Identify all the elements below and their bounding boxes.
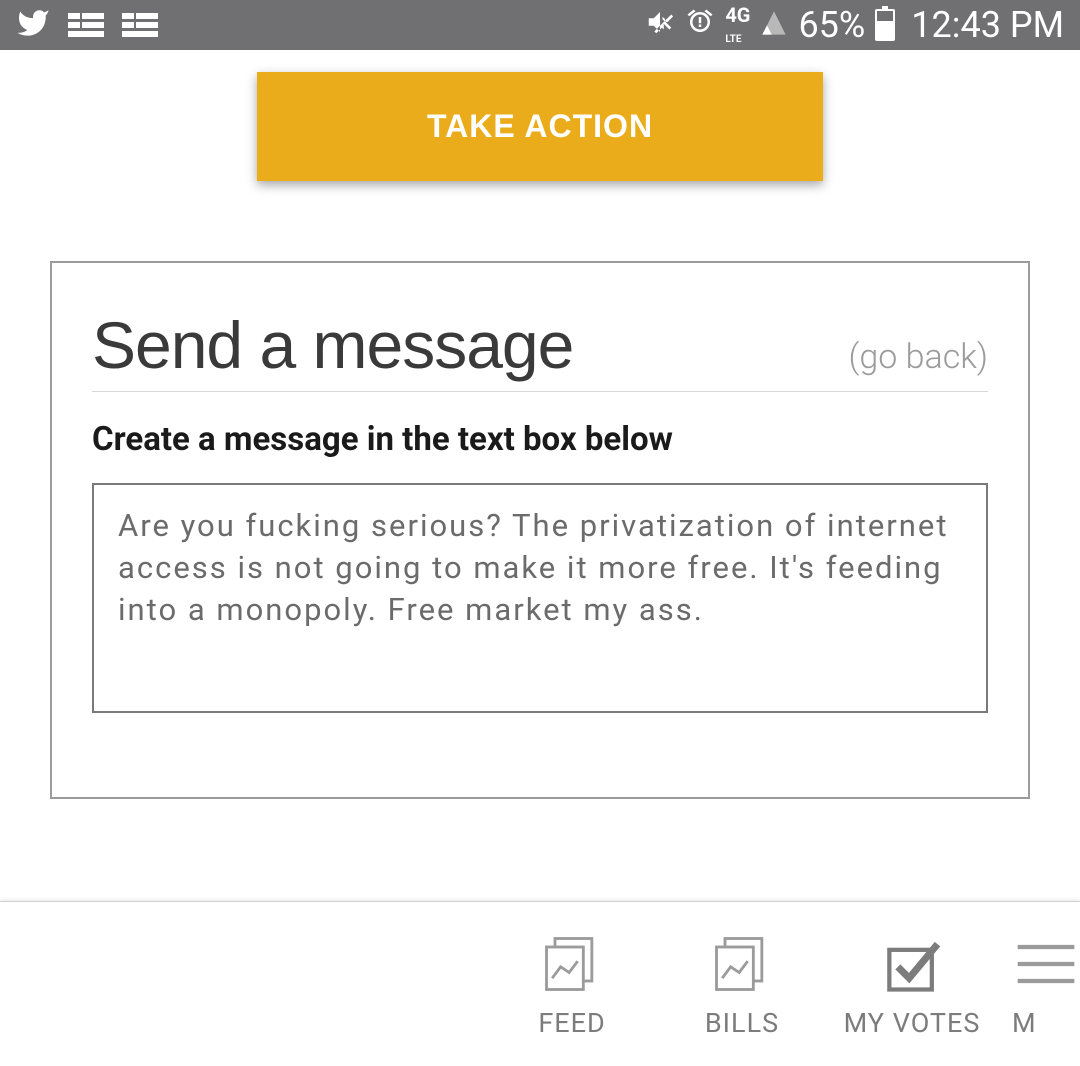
send-message-panel: Send a message (go back) Create a messag… — [50, 261, 1030, 799]
nav-bills[interactable]: BILLS — [672, 929, 812, 1039]
android-status-bar: 4GLTE 65% 12:43 PM — [0, 0, 1080, 50]
nav-bills-label: BILLS — [705, 1007, 779, 1039]
nav-more[interactable]: M — [1012, 929, 1080, 1039]
nav-feed-label: FEED — [538, 1007, 605, 1039]
alarm-icon — [685, 4, 715, 46]
bills-icon — [708, 929, 776, 999]
instruction-text: Create a message in the text box below — [92, 420, 988, 459]
bottom-nav: FEED BILLS MY VOTES M — [0, 901, 1080, 1066]
take-action-wrap: TAKE ACTION — [0, 50, 1080, 181]
vibrate-mute-icon — [645, 4, 675, 46]
main-content: TAKE ACTION Send a message (go back) Cre… — [0, 50, 1080, 799]
panel-title: Send a message — [92, 307, 573, 383]
nav-my-votes-label: MY VOTES — [844, 1007, 981, 1039]
twitter-icon — [16, 6, 50, 44]
message-textarea[interactable] — [92, 483, 988, 713]
battery-icon — [875, 9, 895, 41]
more-icon — [1012, 929, 1080, 999]
status-right: 4GLTE 65% 12:43 PM — [645, 4, 1064, 46]
nav-more-label: M — [1012, 1007, 1037, 1039]
signal-icon — [760, 4, 788, 46]
flag-notification-icon-1 — [68, 13, 104, 37]
nav-feed[interactable]: FEED — [502, 929, 642, 1039]
nav-my-votes[interactable]: MY VOTES — [842, 929, 982, 1039]
panel-header: Send a message (go back) — [92, 307, 988, 392]
status-left — [16, 6, 158, 44]
network-type-label: 4GLTE — [725, 5, 750, 45]
clock: 12:43 PM — [911, 4, 1064, 46]
feed-icon — [538, 929, 606, 999]
battery-percent: 65% — [798, 4, 865, 46]
go-back-link[interactable]: (go back) — [849, 337, 988, 377]
take-action-button[interactable]: TAKE ACTION — [257, 72, 823, 181]
my-votes-icon — [878, 929, 946, 999]
flag-notification-icon-2 — [122, 13, 158, 37]
